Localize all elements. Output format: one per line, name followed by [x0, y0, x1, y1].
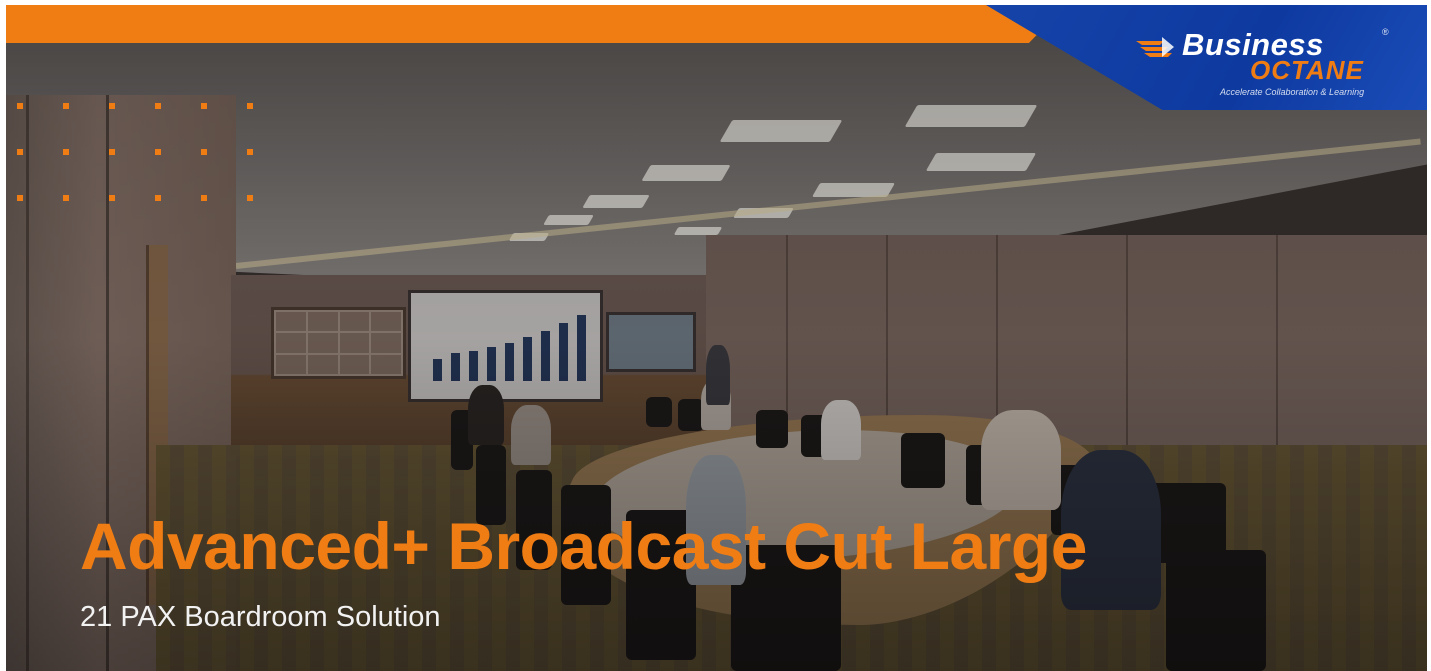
flame-icon [1136, 37, 1174, 57]
headline: Advanced+ Broadcast Cut Large [80, 509, 1087, 583]
business-octane-logo[interactable]: Business ® OCTANE Accelerate Collaborati… [1134, 27, 1394, 102]
registered-mark: ® [1382, 27, 1389, 37]
logo-wordmark-octane: OCTANE [1250, 55, 1364, 85]
subheadline: 21 PAX Boardroom Solution [80, 601, 441, 633]
dot-grid-icon [17, 103, 257, 203]
hero-banner: Business ® OCTANE Accelerate Collaborati… [6, 5, 1427, 671]
orange-top-bar [6, 5, 1066, 43]
logo-tagline: Accelerate Collaboration & Learning [1220, 87, 1365, 97]
